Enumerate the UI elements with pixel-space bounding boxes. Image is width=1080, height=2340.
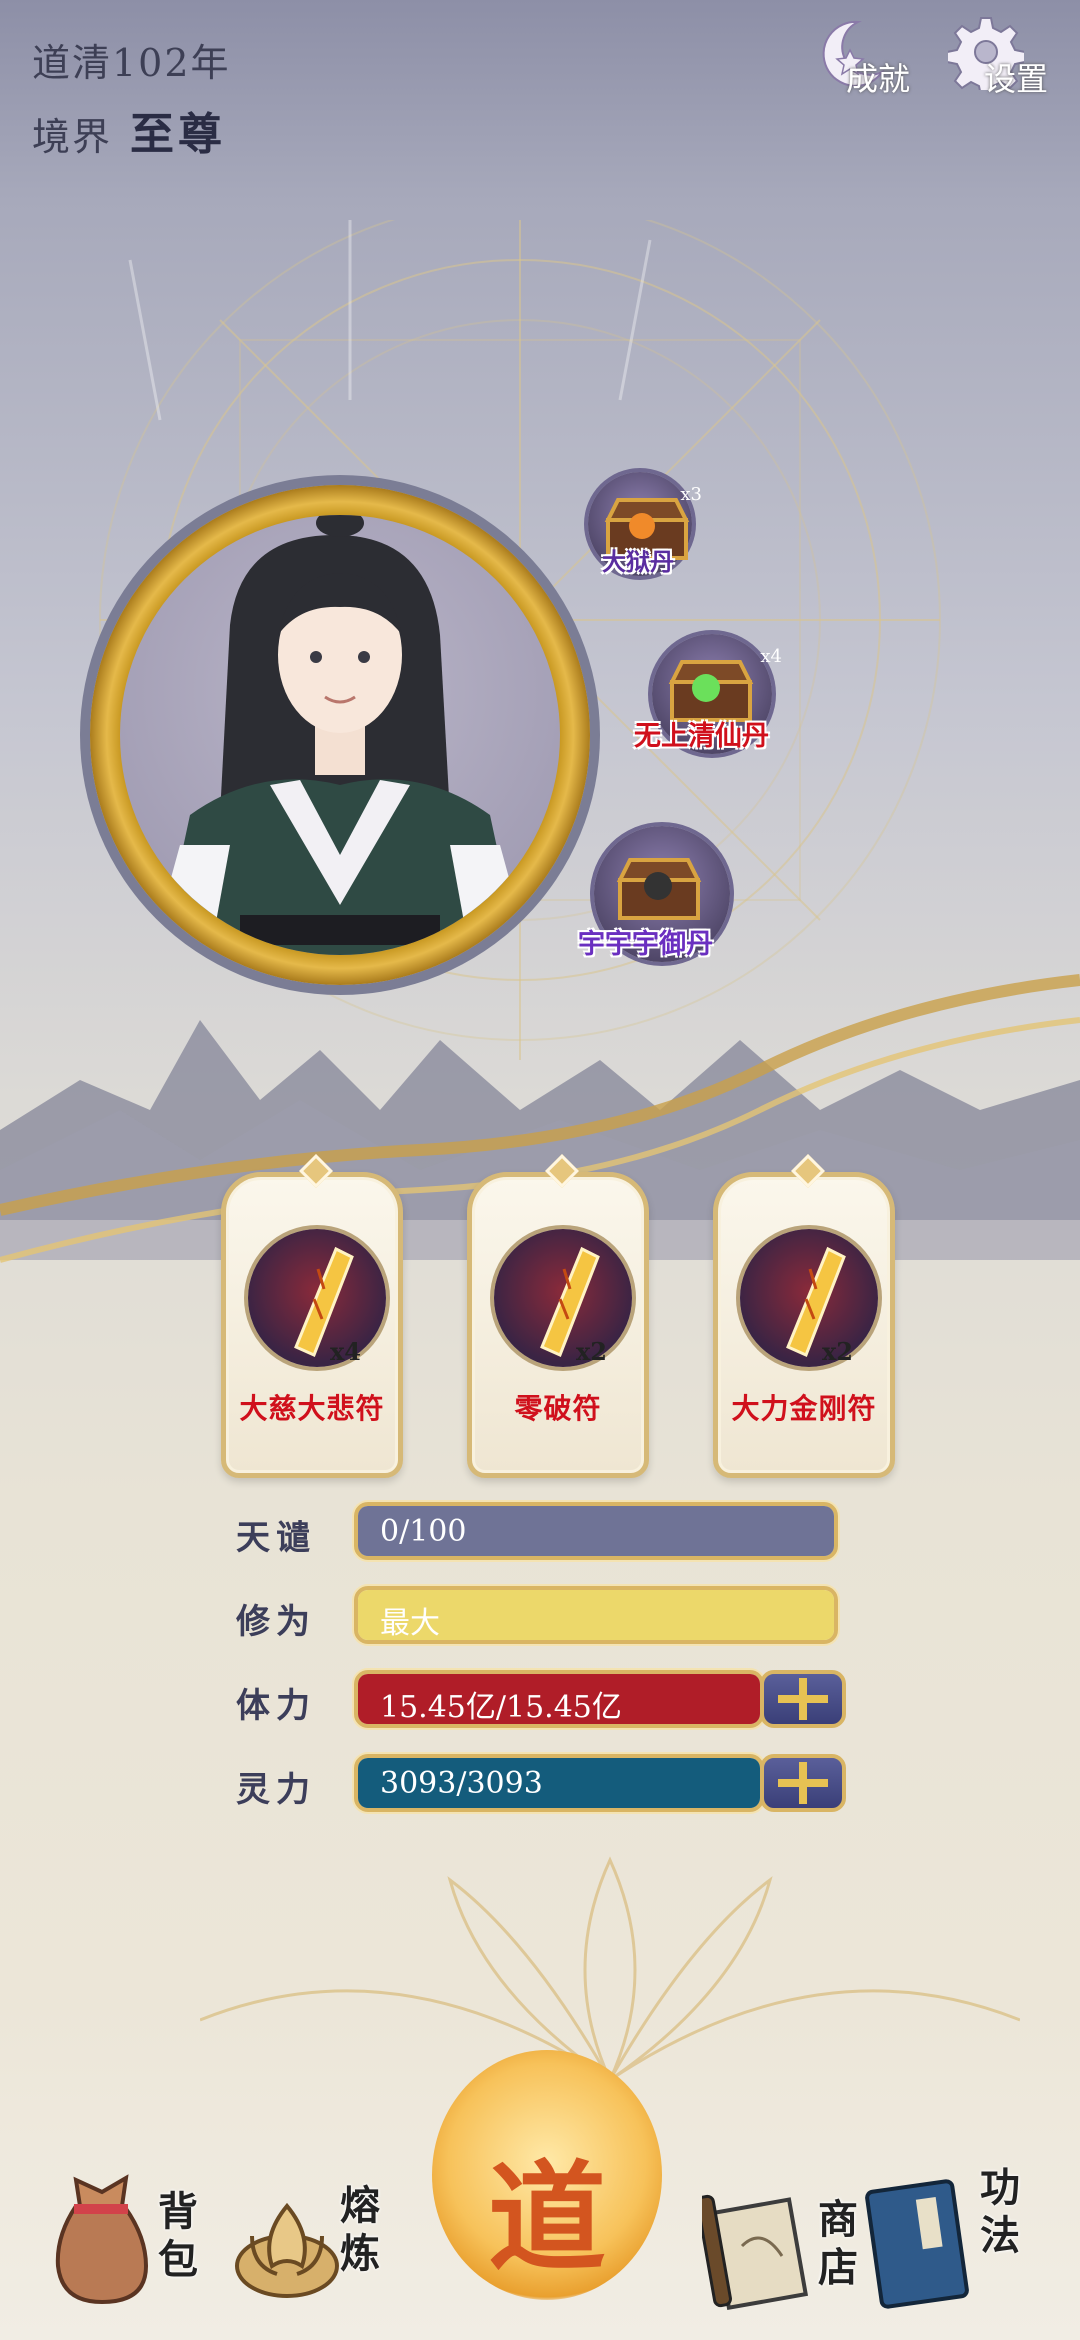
tianqian-bar: 0/100 xyxy=(354,1502,838,1560)
lingli-add-button[interactable] xyxy=(760,1754,846,1812)
talisman-name: 零破符 xyxy=(514,1392,602,1425)
lingli-bar: 3093/3093 xyxy=(354,1754,764,1812)
nav-smelt[interactable]: 熔炼 xyxy=(232,2166,412,2316)
talisman-icon xyxy=(494,1229,632,1367)
settings-label: 设置 xyxy=(984,60,1049,98)
buff-pill-wushang[interactable]: 无上清仙丹 x4 xyxy=(634,634,782,754)
buff-name: 宇宇宇御丹 xyxy=(578,929,713,960)
dao-button[interactable]: 道 xyxy=(432,2050,662,2300)
talisman-name: 大力金刚符 xyxy=(731,1392,877,1425)
stat-value: 0/100 xyxy=(380,1514,467,1549)
nav-label: 商店 xyxy=(818,2196,858,2291)
talisman-card[interactable]: x4 大慈大悲符 xyxy=(221,1154,403,1478)
tili-add-button[interactable] xyxy=(760,1670,846,1728)
stat-value: 最大 xyxy=(380,1606,440,1641)
stat-label-lingli: 灵力 xyxy=(236,1770,316,1810)
nav-label: 功法 xyxy=(980,2164,1020,2259)
dao-glyph: 道 xyxy=(487,2148,606,2287)
lotus-icon xyxy=(235,2202,339,2298)
talisman-name: 大慈大悲符 xyxy=(239,1392,385,1425)
talisman-count: x2 xyxy=(576,1337,608,1366)
stat-label-xiuwei: 修为 xyxy=(236,1602,316,1642)
stat-label-tianqian: 天谴 xyxy=(236,1518,316,1558)
nav-shop[interactable]: 商店 xyxy=(700,2166,880,2316)
stat-value: 15.45亿/15.45亿 xyxy=(380,1690,622,1725)
stat-value: 3093/3093 xyxy=(380,1766,543,1801)
settings-button[interactable]: 设置 xyxy=(948,14,1058,98)
realm-value: 至尊 xyxy=(130,109,226,160)
talisman-icon xyxy=(740,1229,878,1367)
treasure-chest-icon xyxy=(616,858,702,920)
talisman-count: x2 xyxy=(822,1337,854,1366)
xiuwei-bar: 最大 xyxy=(354,1586,838,1644)
buff-count: x3 xyxy=(680,484,702,505)
nav-label: 背包 xyxy=(158,2188,198,2283)
talisman-card[interactable]: x2 大力金刚符 xyxy=(713,1154,895,1478)
character-portrait[interactable] xyxy=(120,515,560,955)
book-icon xyxy=(865,2179,969,2309)
nav-skills[interactable]: 功法 xyxy=(862,2164,1042,2316)
stat-label-tili: 体力 xyxy=(236,1686,316,1726)
tili-bar: 15.45亿/15.45亿 xyxy=(354,1670,764,1728)
year-display: 道清102年 xyxy=(32,41,231,85)
buff-name: 无上清仙丹 xyxy=(634,721,769,752)
realm-label: 境界 xyxy=(32,115,113,159)
buff-count: x4 xyxy=(760,646,782,667)
talisman-count: x4 xyxy=(330,1337,362,1366)
scroll-map-icon xyxy=(702,2194,809,2311)
nav-label: 熔炼 xyxy=(340,2182,380,2277)
character-avatar xyxy=(150,515,530,955)
nav-bag[interactable]: 背包 xyxy=(46,2166,226,2316)
achievements-label: 成就 xyxy=(846,60,911,98)
buff-name: 大狱丹 xyxy=(602,547,674,576)
talisman-card[interactable]: x2 零破符 xyxy=(467,1154,649,1478)
talisman-icon xyxy=(248,1229,386,1367)
buff-pill-yuyu[interactable]: 宇宇宇御丹 xyxy=(578,826,730,962)
pouch-icon xyxy=(55,2174,149,2305)
achievements-button[interactable]: 成就 xyxy=(810,14,920,98)
buff-pill-dayu[interactable]: 大狱丹 x3 xyxy=(588,472,702,576)
